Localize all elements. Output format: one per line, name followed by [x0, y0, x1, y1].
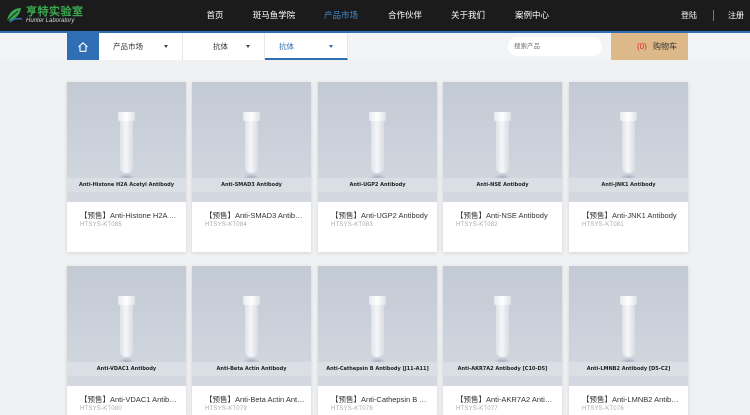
product-title[interactable]: 【预售】Anti-Cathepsin B Antibody [J11-A11] — [331, 394, 431, 405]
leaf-logo-icon — [6, 8, 23, 23]
subcategory-select[interactable]: 抗体 — [183, 33, 265, 60]
cart-label: 购物车 — [653, 42, 678, 51]
product-card[interactable]: Anti-LMNB2 Antibody [D5-C2] 【预售】Anti-LMN… — [569, 266, 688, 415]
vial-icon — [494, 112, 511, 180]
product-code: HTSYS-KT077 — [456, 406, 498, 412]
brand-logo[interactable]: 亨特实验室 Hunter Laboratory — [4, 3, 84, 27]
product-image-label: Anti-NSE Antibody — [443, 178, 562, 192]
product-image-label: Anti-Beta Actin Antibody — [192, 362, 311, 376]
filter-bar: 产品市场 抗体 抗体 (0) 购物车 — [0, 33, 750, 60]
product-image[interactable]: Anti-Histone H2A Acetyl Antibody — [67, 82, 186, 202]
vial-icon — [494, 296, 511, 364]
product-card[interactable]: Anti-AKR7A2 Antibody [C10-D5] 【预售】Anti-A… — [443, 266, 562, 415]
product-image[interactable]: Anti-LMNB2 Antibody [D5-C2] — [569, 266, 688, 386]
product-image-label: Anti-JNK1 Antibody — [569, 178, 688, 192]
product-card[interactable]: Anti-Histone H2A Acetyl Antibody 【预售】Ant… — [67, 82, 186, 252]
vial-icon — [243, 296, 260, 364]
vial-icon — [369, 112, 386, 180]
product-type-select[interactable]: 抗体 — [265, 33, 348, 60]
product-title[interactable]: 【预售】Anti-SMAD3 Antibody — [205, 210, 305, 221]
home-icon — [78, 41, 88, 52]
nav-zebrafish-academy[interactable]: 斑马鱼学院 — [249, 0, 299, 31]
vial-icon — [369, 296, 386, 364]
product-image-label: Anti-SMAD3 Antibody — [192, 178, 311, 192]
product-code: HTSYS-KT079 — [205, 406, 247, 412]
category-select[interactable]: 产品市场 — [99, 33, 183, 60]
product-title[interactable]: 【预售】Anti-Beta Actin Antibody — [205, 394, 305, 405]
product-image[interactable]: Anti-JNK1 Antibody — [569, 82, 688, 202]
register-link[interactable]: 注册 — [728, 0, 744, 31]
vial-icon — [620, 112, 637, 180]
product-image-label: Anti-AKR7A2 Antibody [C10-D5] — [443, 362, 562, 376]
product-title[interactable]: 【预售】Anti-UGP2 Antibody — [331, 210, 431, 221]
product-code: HTSYS-KT085 — [80, 222, 122, 228]
nav-partners[interactable]: 合作伙伴 — [384, 0, 426, 31]
product-code: HTSYS-KT083 — [331, 222, 373, 228]
vial-icon — [243, 112, 260, 180]
product-type-select-label: 抗体 — [279, 42, 294, 51]
chevron-down-icon — [329, 45, 333, 48]
vial-icon — [118, 296, 135, 364]
product-card[interactable]: Anti-JNK1 Antibody 【预售】Anti-JNK1 Antibod… — [569, 82, 688, 252]
product-image-label: Anti-Cathepsin B Antibody [J11-A11] — [318, 362, 437, 376]
product-image[interactable]: Anti-SMAD3 Antibody — [192, 82, 311, 202]
product-code: HTSYS-KT081 — [582, 222, 624, 228]
product-title[interactable]: 【预售】Anti-AKR7A2 Antibody [C10-D5] — [456, 394, 556, 405]
product-code: HTSYS-KT082 — [456, 222, 498, 228]
product-card[interactable]: Anti-UGP2 Antibody 【预售】Anti-UGP2 Antibod… — [318, 82, 437, 252]
category-select-label: 产品市场 — [113, 42, 143, 51]
product-image-label: Anti-UGP2 Antibody — [318, 178, 437, 192]
login-link[interactable]: 登陆 — [681, 0, 697, 31]
vial-icon — [118, 112, 135, 180]
brand-name-en: Hunter Laboratory — [26, 18, 75, 24]
vial-icon — [620, 296, 637, 364]
auth-divider — [713, 10, 714, 21]
product-card[interactable]: Anti-VDAC1 Antibody 【预售】Anti-VDAC1 Antib… — [67, 266, 186, 415]
nav-product-market[interactable]: 产品市场 — [320, 0, 362, 31]
nav-case-center[interactable]: 案例中心 — [511, 0, 553, 31]
product-image[interactable]: Anti-AKR7A2 Antibody [C10-D5] — [443, 266, 562, 386]
product-card[interactable]: Anti-Cathepsin B Antibody [J11-A11] 【预售】… — [318, 266, 437, 415]
product-code: HTSYS-KT076 — [582, 406, 624, 412]
product-title[interactable]: 【预售】Anti-Histone H2A Acetyl Antibody — [80, 210, 180, 221]
product-code: HTSYS-KT078 — [331, 406, 373, 412]
product-image[interactable]: Anti-Cathepsin B Antibody [J11-A11] — [318, 266, 437, 386]
nav-about-us[interactable]: 关于我们 — [447, 0, 489, 31]
product-image-label: Anti-LMNB2 Antibody [D5-C2] — [569, 362, 688, 376]
search-input[interactable] — [508, 37, 602, 56]
cart-button[interactable]: (0) 购物车 — [611, 33, 688, 60]
chevron-down-icon — [246, 45, 250, 48]
subcategory-select-label: 抗体 — [213, 42, 228, 51]
product-code: HTSYS-KT080 — [80, 406, 122, 412]
product-card[interactable]: Anti-Beta Actin Antibody 【预售】Anti-Beta A… — [192, 266, 311, 415]
home-button[interactable] — [67, 33, 99, 60]
brand-name-cn: 亨特实验室 — [26, 5, 84, 18]
product-image[interactable]: Anti-VDAC1 Antibody — [67, 266, 186, 386]
product-image[interactable]: Anti-Beta Actin Antibody — [192, 266, 311, 386]
product-image-label: Anti-VDAC1 Antibody — [67, 362, 186, 376]
product-image[interactable]: Anti-NSE Antibody — [443, 82, 562, 202]
product-card[interactable]: Anti-SMAD3 Antibody 【预售】Anti-SMAD3 Antib… — [192, 82, 311, 252]
product-card[interactable]: Anti-NSE Antibody 【预售】Anti-NSE Antibody … — [443, 82, 562, 252]
chevron-down-icon — [164, 45, 168, 48]
product-code: HTSYS-KT084 — [205, 222, 247, 228]
product-title[interactable]: 【预售】Anti-JNK1 Antibody — [582, 210, 682, 221]
product-image[interactable]: Anti-UGP2 Antibody — [318, 82, 437, 202]
product-title[interactable]: 【预售】Anti-LMNB2 Antibody [D5-C2] — [582, 394, 682, 405]
product-title[interactable]: 【预售】Anti-NSE Antibody — [456, 210, 556, 221]
nav-home[interactable]: 首页 — [199, 0, 231, 31]
product-title[interactable]: 【预售】Anti-VDAC1 Antibody — [80, 394, 180, 405]
product-image-label: Anti-Histone H2A Acetyl Antibody — [67, 178, 186, 192]
cart-count: (0) — [637, 42, 647, 51]
top-navbar: 亨特实验室 Hunter Laboratory 首页 斑马鱼学院 产品市场 合作… — [0, 0, 750, 31]
